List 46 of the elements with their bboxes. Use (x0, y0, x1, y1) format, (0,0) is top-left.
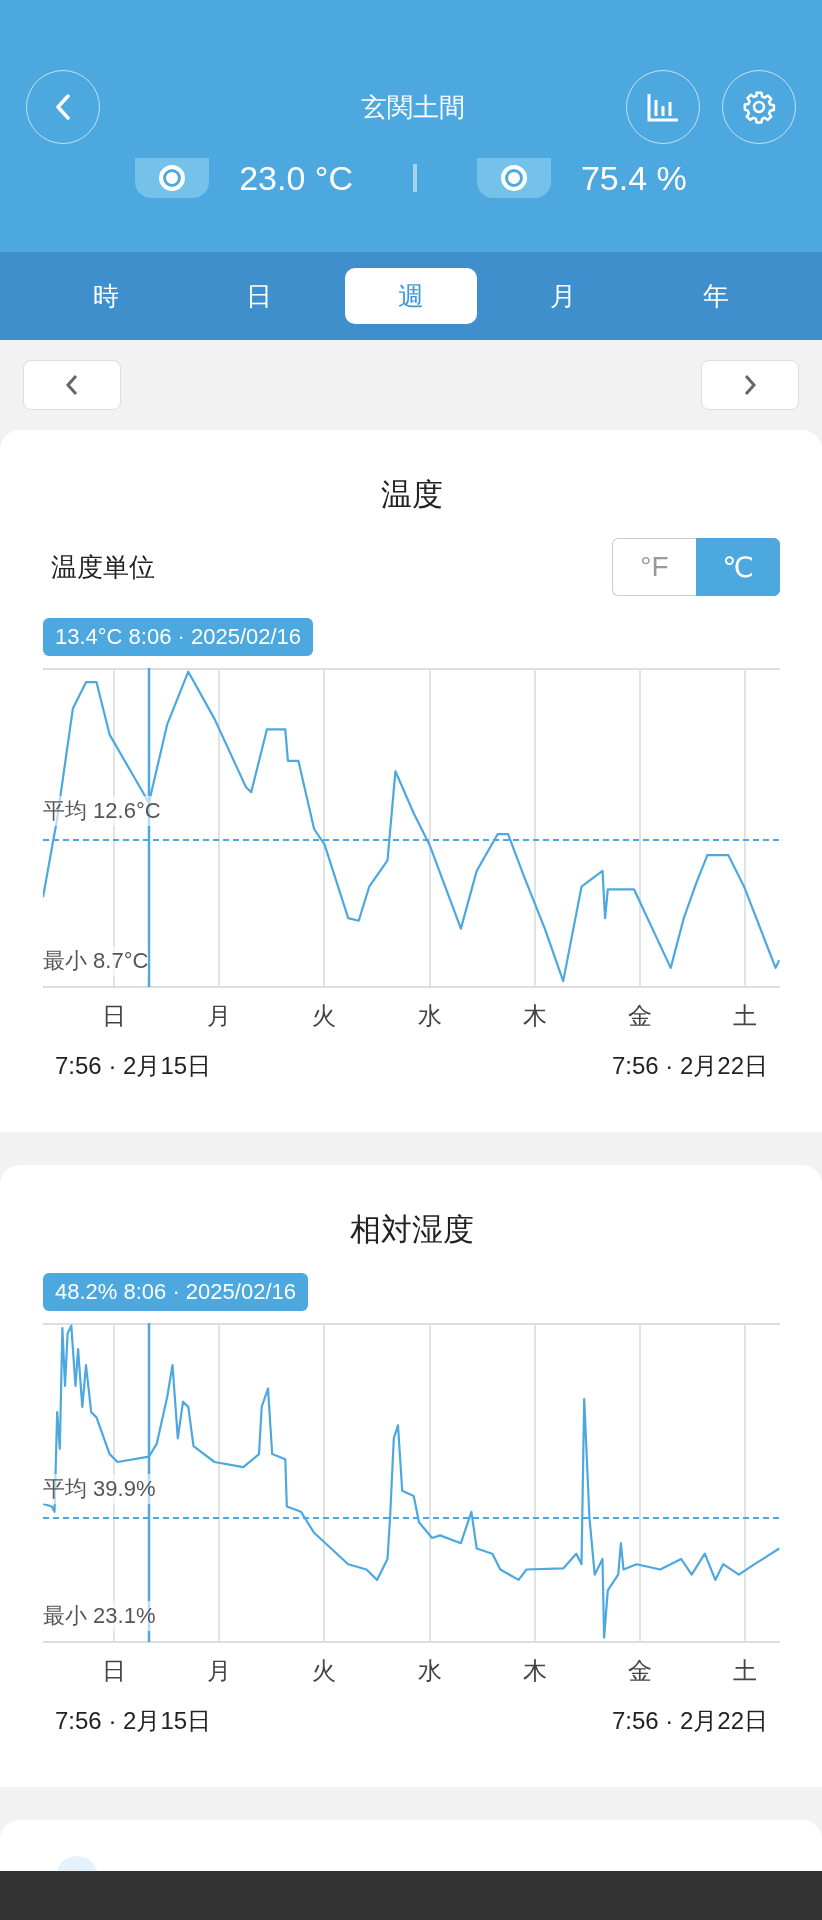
next-button[interactable] (701, 360, 799, 410)
card-title: 相対湿度 (348, 1211, 475, 1249)
page-title: 玄関土間 (361, 90, 465, 124)
previous-button[interactable] (23, 360, 121, 410)
chart-tooltip: 13.4°C 8:06 · 2025/02/16 (43, 618, 314, 656)
period-tab[interactable]: 日 (192, 268, 325, 324)
day-label: 水 (417, 1001, 443, 1031)
day-label: 月 (206, 1001, 232, 1031)
day-label: 木 (522, 1001, 548, 1031)
day-label: 日 (101, 1001, 127, 1031)
chevron-left-icon (65, 374, 79, 396)
day-label: 土 (732, 1656, 758, 1686)
unit-option[interactable]: °F (612, 538, 696, 596)
day-label: 月 (206, 1656, 232, 1686)
day-label: 水 (417, 1656, 443, 1686)
chart-tooltip: 48.2% 8:06 · 2025/02/16 (43, 1273, 308, 1311)
start-date: 7:56 · 2月15日 (55, 1706, 212, 1736)
start-date: 7:56 · 2月15日 (55, 1051, 212, 1081)
settings-icon (742, 90, 776, 124)
unit-option[interactable]: ℃ (696, 538, 780, 596)
end-date: 7:56 · 2月22日 (611, 1051, 768, 1081)
period-tab[interactable]: 年 (649, 268, 782, 324)
unit-label: 温度単位 (51, 550, 155, 584)
reading-value: 23.0 °C (239, 158, 353, 198)
period-tab[interactable]: 時 (40, 268, 173, 324)
end-date: 7:56 · 2月22日 (611, 1706, 768, 1736)
day-label: 木 (522, 1656, 548, 1686)
bar-chart-icon (647, 92, 679, 122)
back-icon (55, 94, 71, 120)
day-label: 火 (311, 1001, 337, 1031)
minimum-label: 最小 8.7°C (43, 946, 149, 976)
day-label: 金 (627, 1001, 653, 1031)
day-label: 土 (732, 1001, 758, 1031)
sensor-icon (476, 158, 551, 198)
reading-value: 75.4 % (580, 158, 687, 198)
average-label: 平均 39.9% (43, 1474, 156, 1504)
day-label: 金 (627, 1656, 653, 1686)
day-label: 日 (101, 1656, 127, 1686)
sensor-icon (135, 158, 210, 198)
period-tab[interactable]: 月 (497, 268, 630, 324)
minimum-label: 最小 23.1% (43, 1601, 156, 1631)
day-label: 火 (311, 1656, 337, 1686)
period-tab[interactable]: 週 (344, 268, 478, 324)
average-label: 平均 12.6°C (43, 796, 161, 826)
chevron-right-icon (743, 374, 757, 396)
card-title: 温度 (379, 476, 444, 514)
